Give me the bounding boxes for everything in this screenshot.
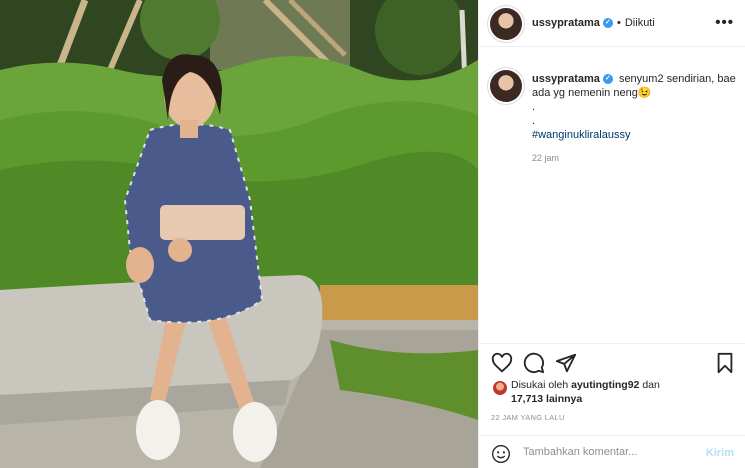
caption-username-text[interactable]: ussypratama [532,73,600,85]
post-timestamp[interactable]: 22 JAM YANG LALU [491,413,565,422]
likes-text: Disukai oleh ayutingting92 dan 17,713 la… [511,378,701,406]
comment-bar: Kirim [479,435,745,468]
action-bar [479,343,745,379]
post-header: ussypratama ✓ • Diikuti ••• [479,0,745,47]
author-avatar[interactable] [490,8,522,40]
post-photo[interactable] [0,0,478,468]
caption-dot-1: . [532,101,536,113]
likes-prefix: Disukai oleh [511,379,569,391]
follow-status-label[interactable]: Diikuti [625,17,655,29]
verified-badge-icon: ✓ [602,74,613,85]
caption-dot-2: . [532,115,536,127]
heart-icon[interactable] [491,352,513,374]
bookmark-icon[interactable] [714,352,736,374]
author-username-text[interactable]: ussypratama [532,17,600,29]
post-side-panel: ussypratama ✓ • Diikuti ••• ussypratama ✓ s… [478,0,745,468]
caption-hashtag[interactable]: #wanginukliralaussy [532,128,737,142]
post-image [0,0,478,468]
caption-time: 22 jam [532,153,560,163]
likes-count[interactable]: 17,713 lainnya [511,393,582,405]
comment-input[interactable] [523,446,673,458]
follow-status[interactable]: • Diikuti [617,17,655,29]
share-icon[interactable] [555,352,577,374]
more-options-icon[interactable]: ••• [715,14,734,31]
separator-dot: • [617,17,621,29]
emoji-icon[interactable] [491,444,511,464]
caption-avatar[interactable] [490,70,522,102]
comment-icon[interactable] [523,352,545,374]
likes-conjunction: dan [642,379,660,391]
caption-username[interactable]: ussypratama ✓ [532,73,613,85]
author-username[interactable]: ussypratama ✓ [532,17,613,29]
verified-badge-icon: ✓ [602,18,613,29]
liker-username[interactable]: ayutingting92 [571,379,639,391]
send-comment-button[interactable]: Kirim [706,447,734,459]
liker-avatar[interactable] [493,381,507,395]
caption-text: ussypratama ✓ senyum2 sendirian, bae ada … [532,72,737,142]
